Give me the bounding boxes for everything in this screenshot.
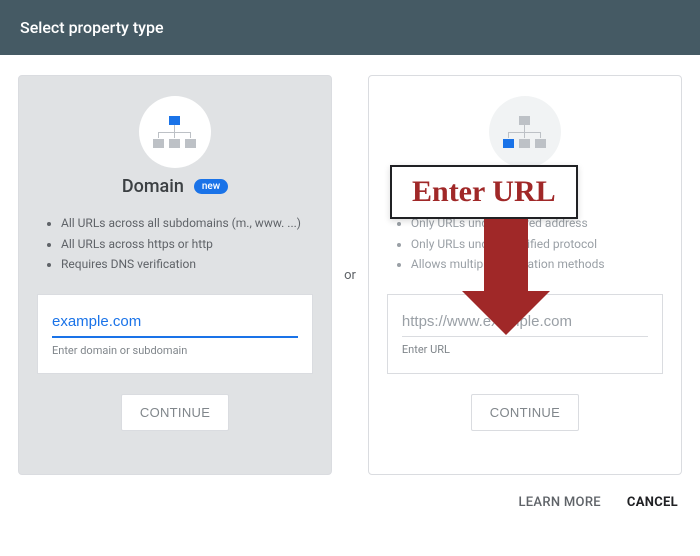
new-badge: new (194, 179, 228, 194)
dialog-footer: LEARN MORE CANCEL (0, 483, 700, 510)
cancel-button[interactable]: CANCEL (627, 495, 678, 510)
annotation-callout: Enter URL (390, 165, 578, 219)
url-prefix-input-hint: Enter URL (402, 343, 648, 356)
list-item: Allows multiple verification methods (411, 254, 663, 274)
list-item: All URLs across https or http (61, 234, 313, 254)
annotation-label: Enter URL (390, 165, 578, 219)
dialog-header: Select property type (0, 0, 700, 55)
dialog-content: Domain new All URLs across all subdomain… (0, 55, 700, 483)
domain-card-title: Domain (122, 176, 184, 197)
domain-input[interactable] (52, 309, 298, 338)
url-prefix-continue-button[interactable]: CONTINUE (471, 394, 579, 431)
sitemap-icon (139, 96, 211, 168)
learn-more-link[interactable]: LEARN MORE (518, 495, 600, 510)
dialog-title: Select property type (20, 18, 164, 37)
list-item: All URLs across all subdomains (m., www.… (61, 213, 313, 233)
sitemap-icon (489, 96, 561, 168)
list-item: Requires DNS verification (61, 254, 313, 274)
or-divider: or (342, 268, 358, 283)
domain-property-card[interactable]: Domain new All URLs across all subdomain… (18, 75, 332, 475)
domain-continue-button[interactable]: CONTINUE (121, 394, 229, 431)
domain-feature-list: All URLs across all subdomains (m., www.… (37, 213, 313, 274)
list-item: Only URLs under specified protocol (411, 234, 663, 254)
domain-input-container: Enter domain or subdomain (37, 294, 313, 374)
domain-input-hint: Enter domain or subdomain (52, 344, 298, 357)
